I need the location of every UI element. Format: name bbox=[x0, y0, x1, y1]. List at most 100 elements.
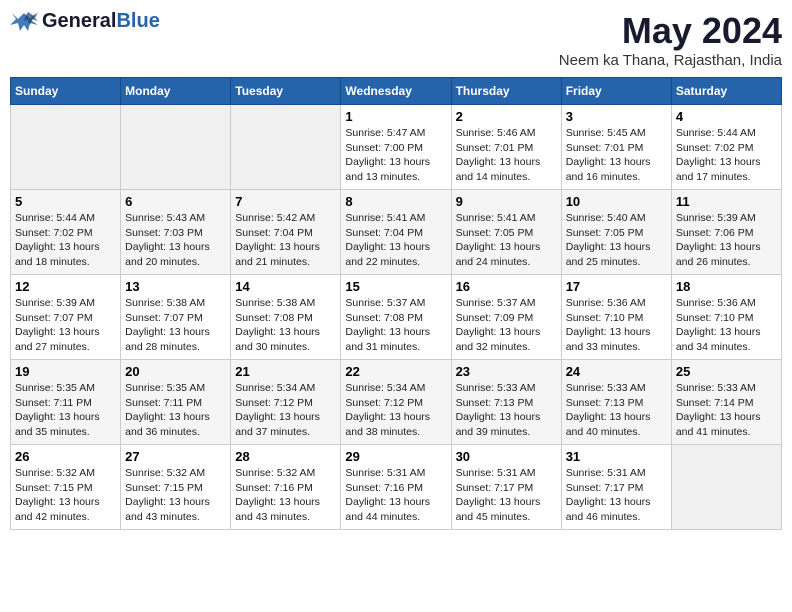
day-info: Sunrise: 5:35 AM Sunset: 7:11 PM Dayligh… bbox=[125, 381, 226, 440]
calendar-cell: 3 Sunrise: 5:45 AM Sunset: 7:01 PM Daylig… bbox=[561, 105, 671, 190]
calendar-week-5: 26 Sunrise: 5:32 AM Sunset: 7:15 PM Dayli… bbox=[11, 445, 782, 530]
calendar-header-row: SundayMondayTuesdayWednesdayThursdayFrid… bbox=[11, 78, 782, 105]
day-info: Sunrise: 5:39 AM Sunset: 7:06 PM Dayligh… bbox=[676, 211, 777, 270]
column-header-saturday: Saturday bbox=[671, 78, 781, 105]
title-section: May 2024 Neem ka Thana, Rajasthan, India bbox=[559, 10, 782, 69]
calendar-cell: 2 Sunrise: 5:46 AM Sunset: 7:01 PM Daylig… bbox=[451, 105, 561, 190]
column-header-friday: Friday bbox=[561, 78, 671, 105]
day-number: 18 bbox=[676, 279, 777, 294]
day-number: 24 bbox=[566, 364, 667, 379]
calendar-cell: 26 Sunrise: 5:32 AM Sunset: 7:15 PM Dayli… bbox=[11, 445, 121, 530]
day-info: Sunrise: 5:31 AM Sunset: 7:16 PM Dayligh… bbox=[345, 466, 446, 525]
day-number: 29 bbox=[345, 449, 446, 464]
day-info: Sunrise: 5:37 AM Sunset: 7:09 PM Dayligh… bbox=[456, 296, 557, 355]
calendar-week-1: 1 Sunrise: 5:47 AM Sunset: 7:00 PM Daylig… bbox=[11, 105, 782, 190]
calendar-cell: 22 Sunrise: 5:34 AM Sunset: 7:12 PM Dayli… bbox=[341, 360, 451, 445]
column-header-tuesday: Tuesday bbox=[231, 78, 341, 105]
day-number: 14 bbox=[235, 279, 336, 294]
day-number: 26 bbox=[15, 449, 116, 464]
calendar-cell: 15Sunrise: 5:37 AM Sunset: 7:08 PM Dayli… bbox=[341, 275, 451, 360]
calendar-cell: 25 Sunrise: 5:33 AM Sunset: 7:14 PM Dayli… bbox=[671, 360, 781, 445]
day-info: Sunrise: 5:42 AM Sunset: 7:04 PM Dayligh… bbox=[235, 211, 336, 270]
page-header: GeneralBlue May 2024 Neem ka Thana, Raja… bbox=[10, 10, 782, 69]
day-number: 23 bbox=[456, 364, 557, 379]
calendar-week-4: 19 Sunrise: 5:35 AM Sunset: 7:11 PM Dayli… bbox=[11, 360, 782, 445]
day-info: Sunrise: 5:47 AM Sunset: 7:00 PM Dayligh… bbox=[345, 126, 446, 185]
day-info: Sunrise: 5:33 AM Sunset: 7:14 PM Dayligh… bbox=[676, 381, 777, 440]
day-info: Sunrise: 5:33 AM Sunset: 7:13 PM Dayligh… bbox=[566, 381, 667, 440]
calendar-title: May 2024 bbox=[559, 10, 782, 52]
day-number: 8 bbox=[345, 194, 446, 209]
calendar-cell: 7Sunrise: 5:42 AM Sunset: 7:04 PM Daylig… bbox=[231, 190, 341, 275]
day-info: Sunrise: 5:32 AM Sunset: 7:15 PM Dayligh… bbox=[125, 466, 226, 525]
calendar-cell: 30Sunrise: 5:31 AM Sunset: 7:17 PM Dayli… bbox=[451, 445, 561, 530]
column-header-sunday: Sunday bbox=[11, 78, 121, 105]
logo: GeneralBlue bbox=[10, 10, 160, 33]
day-number: 3 bbox=[566, 109, 667, 124]
day-info: Sunrise: 5:39 AM Sunset: 7:07 PM Dayligh… bbox=[15, 296, 116, 355]
calendar-cell bbox=[671, 445, 781, 530]
calendar-week-3: 12Sunrise: 5:39 AM Sunset: 7:07 PM Dayli… bbox=[11, 275, 782, 360]
calendar-cell: 20 Sunrise: 5:35 AM Sunset: 7:11 PM Dayli… bbox=[121, 360, 231, 445]
calendar-cell: 14 Sunrise: 5:38 AM Sunset: 7:08 PM Dayli… bbox=[231, 275, 341, 360]
day-number: 19 bbox=[15, 364, 116, 379]
calendar-cell: 5Sunrise: 5:44 AM Sunset: 7:02 PM Daylig… bbox=[11, 190, 121, 275]
day-number: 17 bbox=[566, 279, 667, 294]
calendar-cell: 31 Sunrise: 5:31 AM Sunset: 7:17 PM Dayli… bbox=[561, 445, 671, 530]
day-info: Sunrise: 5:38 AM Sunset: 7:08 PM Dayligh… bbox=[235, 296, 336, 355]
day-info: Sunrise: 5:44 AM Sunset: 7:02 PM Dayligh… bbox=[15, 211, 116, 270]
day-number: 1 bbox=[345, 109, 446, 124]
calendar-cell: 18Sunrise: 5:36 AM Sunset: 7:10 PM Dayli… bbox=[671, 275, 781, 360]
day-info: Sunrise: 5:41 AM Sunset: 7:05 PM Dayligh… bbox=[456, 211, 557, 270]
day-info: Sunrise: 5:44 AM Sunset: 7:02 PM Dayligh… bbox=[676, 126, 777, 185]
calendar-cell: 9Sunrise: 5:41 AM Sunset: 7:05 PM Daylig… bbox=[451, 190, 561, 275]
day-number: 25 bbox=[676, 364, 777, 379]
calendar-cell: 1 Sunrise: 5:47 AM Sunset: 7:00 PM Daylig… bbox=[341, 105, 451, 190]
calendar-cell: 13Sunrise: 5:38 AM Sunset: 7:07 PM Dayli… bbox=[121, 275, 231, 360]
calendar-cell: 23 Sunrise: 5:33 AM Sunset: 7:13 PM Dayli… bbox=[451, 360, 561, 445]
day-info: Sunrise: 5:37 AM Sunset: 7:08 PM Dayligh… bbox=[345, 296, 446, 355]
day-info: Sunrise: 5:40 AM Sunset: 7:05 PM Dayligh… bbox=[566, 211, 667, 270]
day-number: 27 bbox=[125, 449, 226, 464]
calendar-cell bbox=[231, 105, 341, 190]
day-info: Sunrise: 5:33 AM Sunset: 7:13 PM Dayligh… bbox=[456, 381, 557, 440]
calendar-cell: 16Sunrise: 5:37 AM Sunset: 7:09 PM Dayli… bbox=[451, 275, 561, 360]
day-number: 20 bbox=[125, 364, 226, 379]
day-number: 22 bbox=[345, 364, 446, 379]
calendar-cell bbox=[121, 105, 231, 190]
calendar-cell: 11 Sunrise: 5:39 AM Sunset: 7:06 PM Dayli… bbox=[671, 190, 781, 275]
logo-blue-text: Blue bbox=[116, 10, 159, 32]
calendar-table: SundayMondayTuesdayWednesdayThursdayFrid… bbox=[10, 77, 782, 530]
day-number: 31 bbox=[566, 449, 667, 464]
day-info: Sunrise: 5:31 AM Sunset: 7:17 PM Dayligh… bbox=[566, 466, 667, 525]
column-header-thursday: Thursday bbox=[451, 78, 561, 105]
day-info: Sunrise: 5:46 AM Sunset: 7:01 PM Dayligh… bbox=[456, 126, 557, 185]
calendar-cell: 4Sunrise: 5:44 AM Sunset: 7:02 PM Daylig… bbox=[671, 105, 781, 190]
calendar-cell: 27 Sunrise: 5:32 AM Sunset: 7:15 PM Dayli… bbox=[121, 445, 231, 530]
day-info: Sunrise: 5:34 AM Sunset: 7:12 PM Dayligh… bbox=[235, 381, 336, 440]
day-info: Sunrise: 5:36 AM Sunset: 7:10 PM Dayligh… bbox=[566, 296, 667, 355]
day-info: Sunrise: 5:31 AM Sunset: 7:17 PM Dayligh… bbox=[456, 466, 557, 525]
calendar-cell: 21Sunrise: 5:34 AM Sunset: 7:12 PM Dayli… bbox=[231, 360, 341, 445]
day-info: Sunrise: 5:35 AM Sunset: 7:11 PM Dayligh… bbox=[15, 381, 116, 440]
calendar-cell: 24 Sunrise: 5:33 AM Sunset: 7:13 PM Dayli… bbox=[561, 360, 671, 445]
day-info: Sunrise: 5:34 AM Sunset: 7:12 PM Dayligh… bbox=[345, 381, 446, 440]
calendar-cell: 19 Sunrise: 5:35 AM Sunset: 7:11 PM Dayli… bbox=[11, 360, 121, 445]
calendar-week-2: 5Sunrise: 5:44 AM Sunset: 7:02 PM Daylig… bbox=[11, 190, 782, 275]
day-info: Sunrise: 5:41 AM Sunset: 7:04 PM Dayligh… bbox=[345, 211, 446, 270]
day-info: Sunrise: 5:38 AM Sunset: 7:07 PM Dayligh… bbox=[125, 296, 226, 355]
column-header-monday: Monday bbox=[121, 78, 231, 105]
day-number: 11 bbox=[676, 194, 777, 209]
day-info: Sunrise: 5:32 AM Sunset: 7:16 PM Dayligh… bbox=[235, 466, 336, 525]
column-header-wednesday: Wednesday bbox=[341, 78, 451, 105]
calendar-subtitle: Neem ka Thana, Rajasthan, India bbox=[559, 52, 782, 69]
calendar-cell: 6Sunrise: 5:43 AM Sunset: 7:03 PM Daylig… bbox=[121, 190, 231, 275]
day-info: Sunrise: 5:45 AM Sunset: 7:01 PM Dayligh… bbox=[566, 126, 667, 185]
calendar-cell: 12Sunrise: 5:39 AM Sunset: 7:07 PM Dayli… bbox=[11, 275, 121, 360]
day-number: 2 bbox=[456, 109, 557, 124]
day-number: 6 bbox=[125, 194, 226, 209]
calendar-cell: 28 Sunrise: 5:32 AM Sunset: 7:16 PM Dayli… bbox=[231, 445, 341, 530]
day-number: 10 bbox=[566, 194, 667, 209]
day-info: Sunrise: 5:32 AM Sunset: 7:15 PM Dayligh… bbox=[15, 466, 116, 525]
day-number: 28 bbox=[235, 449, 336, 464]
